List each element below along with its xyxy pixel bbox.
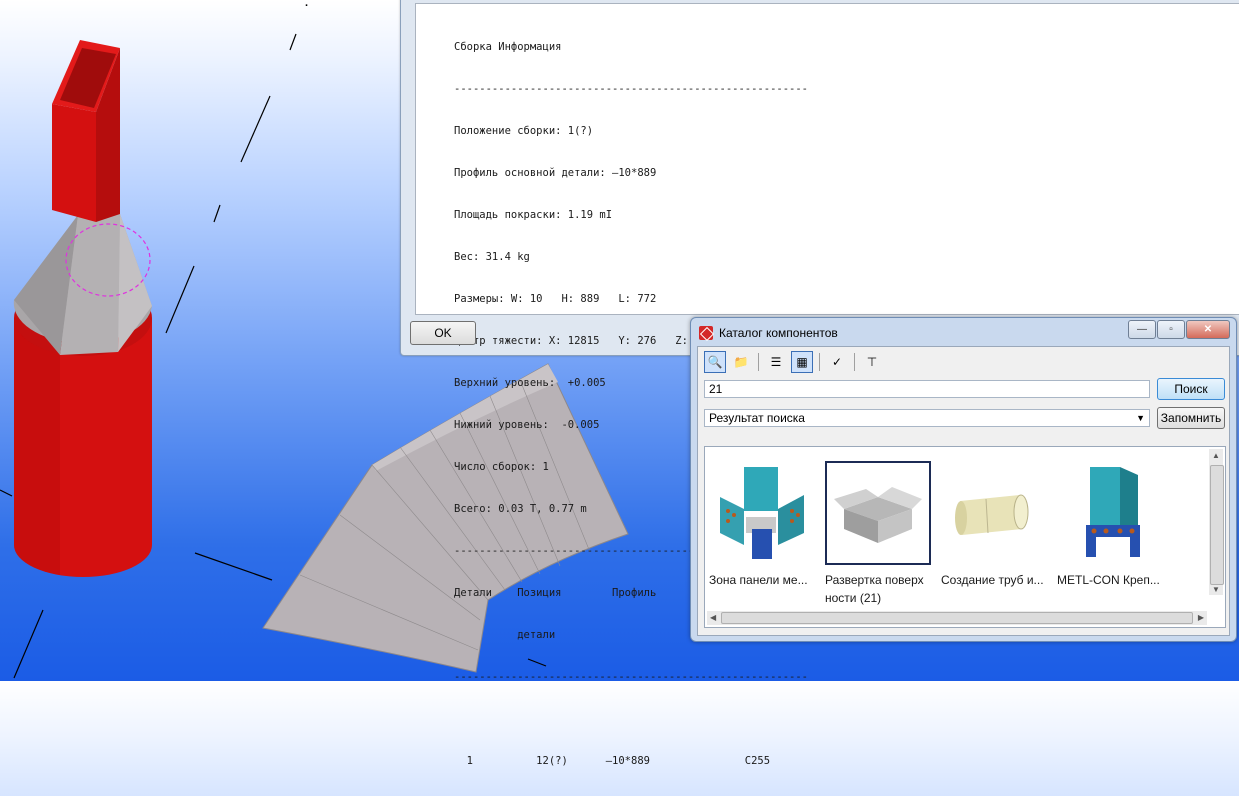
catalog-item[interactable]: METL-CON Креп... — [1057, 461, 1167, 589]
scroll-left-icon[interactable]: ◀ — [710, 613, 716, 622]
component-catalog-window: Каталог компонентов — ▫ ✕ 🔍 📁 ☰ ▦ ✓ ⊤ 21… — [690, 317, 1237, 642]
search-mode-icon[interactable]: 🔍 — [704, 351, 726, 373]
restore-button[interactable]: ▫ — [1157, 320, 1185, 339]
vertical-scroll-thumb[interactable] — [1210, 465, 1224, 585]
window-controls: — ▫ ✕ — [1128, 320, 1230, 339]
report-line: Вес: 31.4 kg — [454, 251, 530, 263]
panel-zone-thumbnail-icon — [709, 461, 815, 565]
report-line: 1 12(?) —10*889 C255 — [454, 755, 771, 767]
report-line: Сборка Информация — [454, 41, 562, 53]
dropdown-value: Результат поиска — [709, 411, 805, 425]
item-label: Зона панели ме... — [709, 573, 808, 587]
minimize-button[interactable]: — — [1128, 320, 1156, 339]
assembly-report-window: Сборка Информация ----------------------… — [400, 0, 1239, 767]
sheet-unfold-thumbnail-icon — [825, 461, 931, 565]
report-line: Размеры: W: 10 H: 889 L: 772 — [454, 293, 657, 305]
catalog-body: 🔍 📁 ☰ ▦ ✓ ⊤ 21 Поиск Результат поиска ▼ … — [697, 346, 1230, 636]
report-line: Площадь покраски: 1.19 mI — [454, 209, 613, 221]
item-label: METL-CON Креп... — [1057, 573, 1160, 587]
close-button[interactable]: ✕ — [1186, 320, 1230, 339]
remember-button[interactable]: Запомнить — [1157, 407, 1225, 429]
catalog-item-selected[interactable]: Развертка поверх ности (21) — [825, 461, 935, 607]
folder-icon[interactable]: 📁 — [730, 351, 752, 373]
ok-button[interactable]: OK — [410, 321, 476, 345]
item-label: Развертка поверх ности (21) — [825, 573, 924, 605]
results-panel: Зона панели ме... Развертка поверх ности… — [704, 446, 1226, 628]
metl-con-thumbnail-icon — [1057, 461, 1163, 565]
results-dropdown[interactable]: Результат поиска ▼ — [704, 409, 1150, 427]
horizontal-scrollbar[interactable]: ◀ ▶ — [707, 611, 1207, 625]
toolbar-separator — [854, 353, 855, 371]
vertical-scrollbar[interactable]: ▲ ▼ — [1209, 449, 1224, 595]
thumbnail-view-icon[interactable]: ▦ — [791, 351, 813, 373]
search-button[interactable]: Поиск — [1157, 378, 1225, 400]
catalog-item[interactable]: Зона панели ме... — [709, 461, 819, 589]
report-line — [454, 712, 808, 726]
toolbar-separator — [819, 353, 820, 371]
svg-text:.: . — [305, 0, 308, 9]
item-label: Создание труб и... — [941, 573, 1044, 587]
catalog-toolbar: 🔍 📁 ☰ ▦ ✓ ⊤ — [704, 351, 883, 373]
report-text-area: Сборка Информация ----------------------… — [415, 3, 1239, 767]
catalog-item[interactable]: Создание труб и... — [941, 461, 1051, 589]
toolbar-separator — [758, 353, 759, 371]
report-line: ----------------------------------------… — [454, 671, 809, 683]
report-line: Положение сборки: 1(?) — [454, 125, 594, 137]
scroll-up-icon[interactable]: ▲ — [1212, 451, 1220, 460]
tube-creation-thumbnail-icon — [941, 461, 1047, 565]
spellcheck-icon[interactable]: ✓ — [826, 351, 848, 373]
scroll-right-icon[interactable]: ▶ — [1198, 613, 1204, 622]
list-view-icon[interactable]: ☰ — [765, 351, 787, 373]
search-input[interactable]: 21 — [704, 380, 1150, 398]
square-tube-part[interactable] — [52, 40, 120, 222]
horizontal-scroll-thumb[interactable] — [721, 612, 1193, 624]
profile-icon[interactable]: ⊤ — [861, 351, 883, 373]
report-line: ----------------------------------------… — [454, 83, 809, 95]
scroll-down-icon[interactable]: ▼ — [1212, 585, 1220, 594]
chevron-down-icon: ▼ — [1136, 413, 1145, 423]
tekla-logo-icon — [699, 326, 713, 340]
window-title: Каталог компонентов — [719, 326, 838, 340]
report-line: Профиль основной детали: —10*889 — [454, 167, 657, 179]
